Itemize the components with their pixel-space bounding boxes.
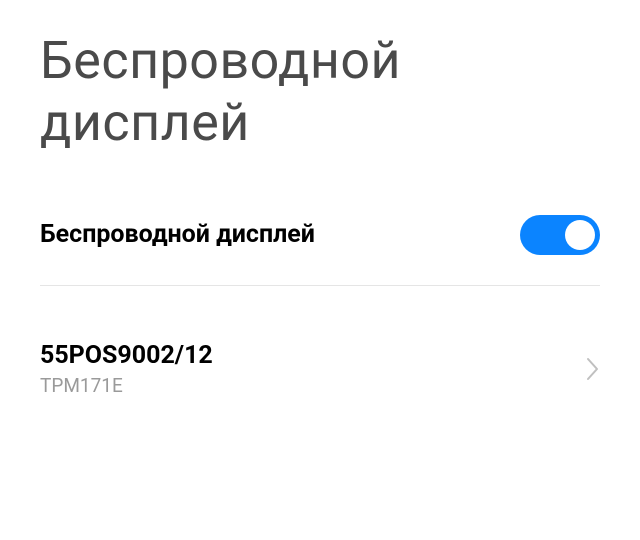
device-info: 55POS9002/12 TPM171E <box>40 341 213 397</box>
wireless-display-toggle[interactable] <box>520 215 600 255</box>
device-list-item[interactable]: 55POS9002/12 TPM171E <box>40 286 600 397</box>
chevron-right-icon <box>586 357 600 381</box>
wireless-display-label: Беспроводной дисплей <box>40 220 315 249</box>
toggle-thumb <box>565 220 595 250</box>
page-title: Беспроводной дисплей <box>40 30 600 155</box>
wireless-display-toggle-row: Беспроводной дисплей <box>40 203 600 285</box>
device-name: 55POS9002/12 <box>40 341 213 370</box>
device-subtitle: TPM171E <box>40 374 213 397</box>
